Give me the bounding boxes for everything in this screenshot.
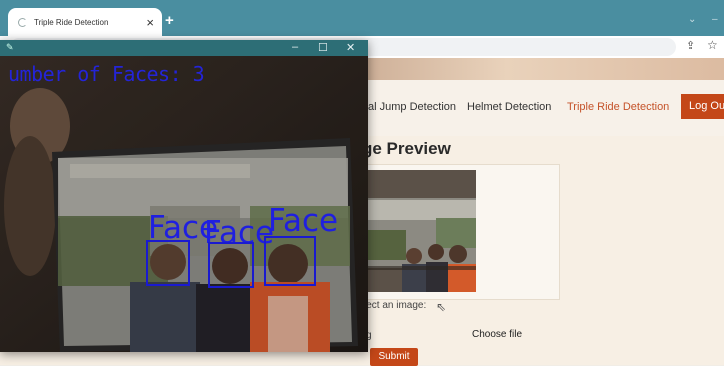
share-icon[interactable]: ⇪: [686, 39, 695, 52]
nav-link-helmet-detection[interactable]: Helmet Detection: [467, 101, 551, 113]
select-image-label: lect an image:: [364, 300, 427, 311]
page-title: ge Preview: [362, 139, 451, 158]
bookmark-star-icon[interactable]: ☆: [707, 38, 718, 52]
tab-title: Triple Ride Detection: [34, 17, 109, 27]
nav-link-triple-ride-detection[interactable]: Triple Ride Detection: [567, 101, 669, 113]
nav-link-jump-detection[interactable]: al Jump Detection: [368, 101, 456, 113]
detection-window[interactable]: ✎ – ☐ ✕ umber of Faces: 3 Face Face Face: [0, 40, 368, 352]
logout-button[interactable]: Log Out: [681, 94, 724, 119]
face-bounding-box: [264, 236, 316, 286]
window-maximize-icon[interactable]: ☐: [318, 41, 328, 54]
new-tab-button[interactable]: +: [165, 12, 174, 29]
window-minimize-icon[interactable]: –: [292, 41, 298, 53]
detection-window-titlebar[interactable]: ✎ – ☐ ✕: [0, 40, 368, 56]
window-system-icon: ✎: [6, 42, 14, 52]
window-minimize-button[interactable]: –: [712, 14, 718, 25]
faces-count-label: umber of Faces: 3: [8, 62, 205, 86]
face-label: Face: [268, 203, 339, 239]
face-bounding-box: [208, 242, 254, 288]
window-close-icon[interactable]: ✕: [346, 41, 355, 54]
choose-file-button[interactable]: Choose file: [472, 329, 522, 340]
mouse-cursor-icon: ⇖: [436, 300, 447, 314]
browser-tab[interactable]: Triple Ride Detection ×: [8, 8, 162, 36]
tab-close-icon[interactable]: ×: [146, 15, 154, 30]
image-preview: [366, 170, 476, 292]
submit-button[interactable]: Submit: [370, 348, 418, 366]
face-bounding-box: [146, 240, 190, 286]
tab-search-icon[interactable]: ⌄: [688, 14, 696, 25]
loading-icon: [18, 17, 27, 27]
